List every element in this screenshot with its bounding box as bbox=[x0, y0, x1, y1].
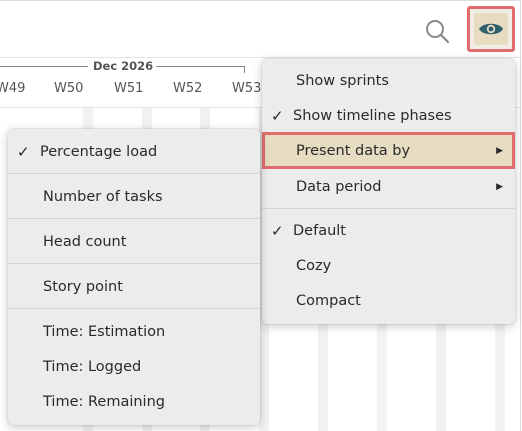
checkmark-icon: ✓ bbox=[271, 221, 284, 240]
month-label: Dec 2026 bbox=[90, 59, 157, 73]
checkmark-icon: ✓ bbox=[271, 106, 284, 125]
menu-item-density-cozy[interactable]: Cozy bbox=[262, 248, 515, 283]
menu-item-density-default[interactable]: ✓ Default bbox=[262, 213, 515, 248]
menu-item-label: Data period bbox=[296, 178, 382, 195]
menu-item-time-logged[interactable]: Time: Logged bbox=[8, 349, 260, 384]
menu-item-label: Cozy bbox=[296, 257, 332, 274]
menu-divider bbox=[8, 308, 260, 309]
menu-item-show-sprints[interactable]: Show sprints bbox=[262, 63, 515, 98]
eye-icon bbox=[479, 23, 503, 35]
view-options-button-face bbox=[474, 13, 508, 45]
menu-item-label: Time: Remaining bbox=[43, 393, 165, 410]
menu-item-story-point[interactable]: Story point bbox=[8, 269, 260, 304]
menu-item-label: Show sprints bbox=[296, 72, 389, 89]
menu-item-label: Story point bbox=[43, 278, 123, 295]
week-label: W49 bbox=[0, 81, 26, 96]
menu-item-data-period[interactable]: Data period ▶ bbox=[262, 169, 515, 204]
submenu-arrow-icon: ▶ bbox=[496, 145, 503, 156]
month-span-tick bbox=[244, 66, 245, 73]
menu-item-time-estimation[interactable]: Time: Estimation bbox=[8, 314, 260, 349]
menu-item-number-of-tasks[interactable]: Number of tasks bbox=[8, 179, 260, 214]
search-icon[interactable] bbox=[424, 18, 450, 44]
present-data-by-submenu: ✓ Percentage load Number of tasks Head c… bbox=[8, 129, 260, 425]
toolbar-divider bbox=[0, 57, 520, 58]
right-border bbox=[520, 0, 521, 431]
submenu-arrow-icon: ▶ bbox=[496, 181, 503, 192]
month-span-line bbox=[153, 66, 245, 67]
menu-item-show-timeline-phases[interactable]: ✓ Show timeline phases bbox=[262, 98, 515, 133]
menu-item-density-compact[interactable]: Compact bbox=[262, 283, 515, 318]
view-options-button[interactable] bbox=[467, 6, 515, 52]
week-label: W50 bbox=[54, 81, 84, 96]
menu-item-label: Show timeline phases bbox=[293, 107, 452, 124]
menu-item-label: Time: Logged bbox=[43, 358, 142, 375]
menu-item-present-data-by[interactable]: Present data by ▶ bbox=[262, 132, 515, 169]
menu-item-label: Head count bbox=[43, 233, 127, 250]
week-label: W52 bbox=[173, 81, 203, 96]
menu-item-label: Compact bbox=[296, 292, 361, 309]
top-border bbox=[0, 0, 520, 1]
menu-divider bbox=[8, 173, 260, 174]
menu-item-label: Number of tasks bbox=[43, 188, 163, 205]
view-options-menu: Show sprints ✓ Show timeline phases Pres… bbox=[262, 59, 515, 324]
menu-item-percentage-load[interactable]: ✓ Percentage load bbox=[8, 134, 260, 169]
menu-divider bbox=[8, 263, 260, 264]
week-label: W53 bbox=[232, 81, 262, 96]
menu-item-label: Present data by bbox=[296, 142, 411, 159]
checkmark-icon: ✓ bbox=[17, 142, 30, 161]
menu-divider bbox=[262, 208, 515, 209]
menu-item-label: Default bbox=[293, 222, 346, 239]
month-span-line bbox=[0, 66, 88, 67]
menu-item-label: Time: Estimation bbox=[43, 323, 166, 340]
menu-item-head-count[interactable]: Head count bbox=[8, 224, 260, 259]
week-label: W51 bbox=[114, 81, 144, 96]
menu-divider bbox=[8, 218, 260, 219]
menu-item-label: Percentage load bbox=[40, 143, 158, 160]
menu-item-time-remaining[interactable]: Time: Remaining bbox=[8, 384, 260, 419]
